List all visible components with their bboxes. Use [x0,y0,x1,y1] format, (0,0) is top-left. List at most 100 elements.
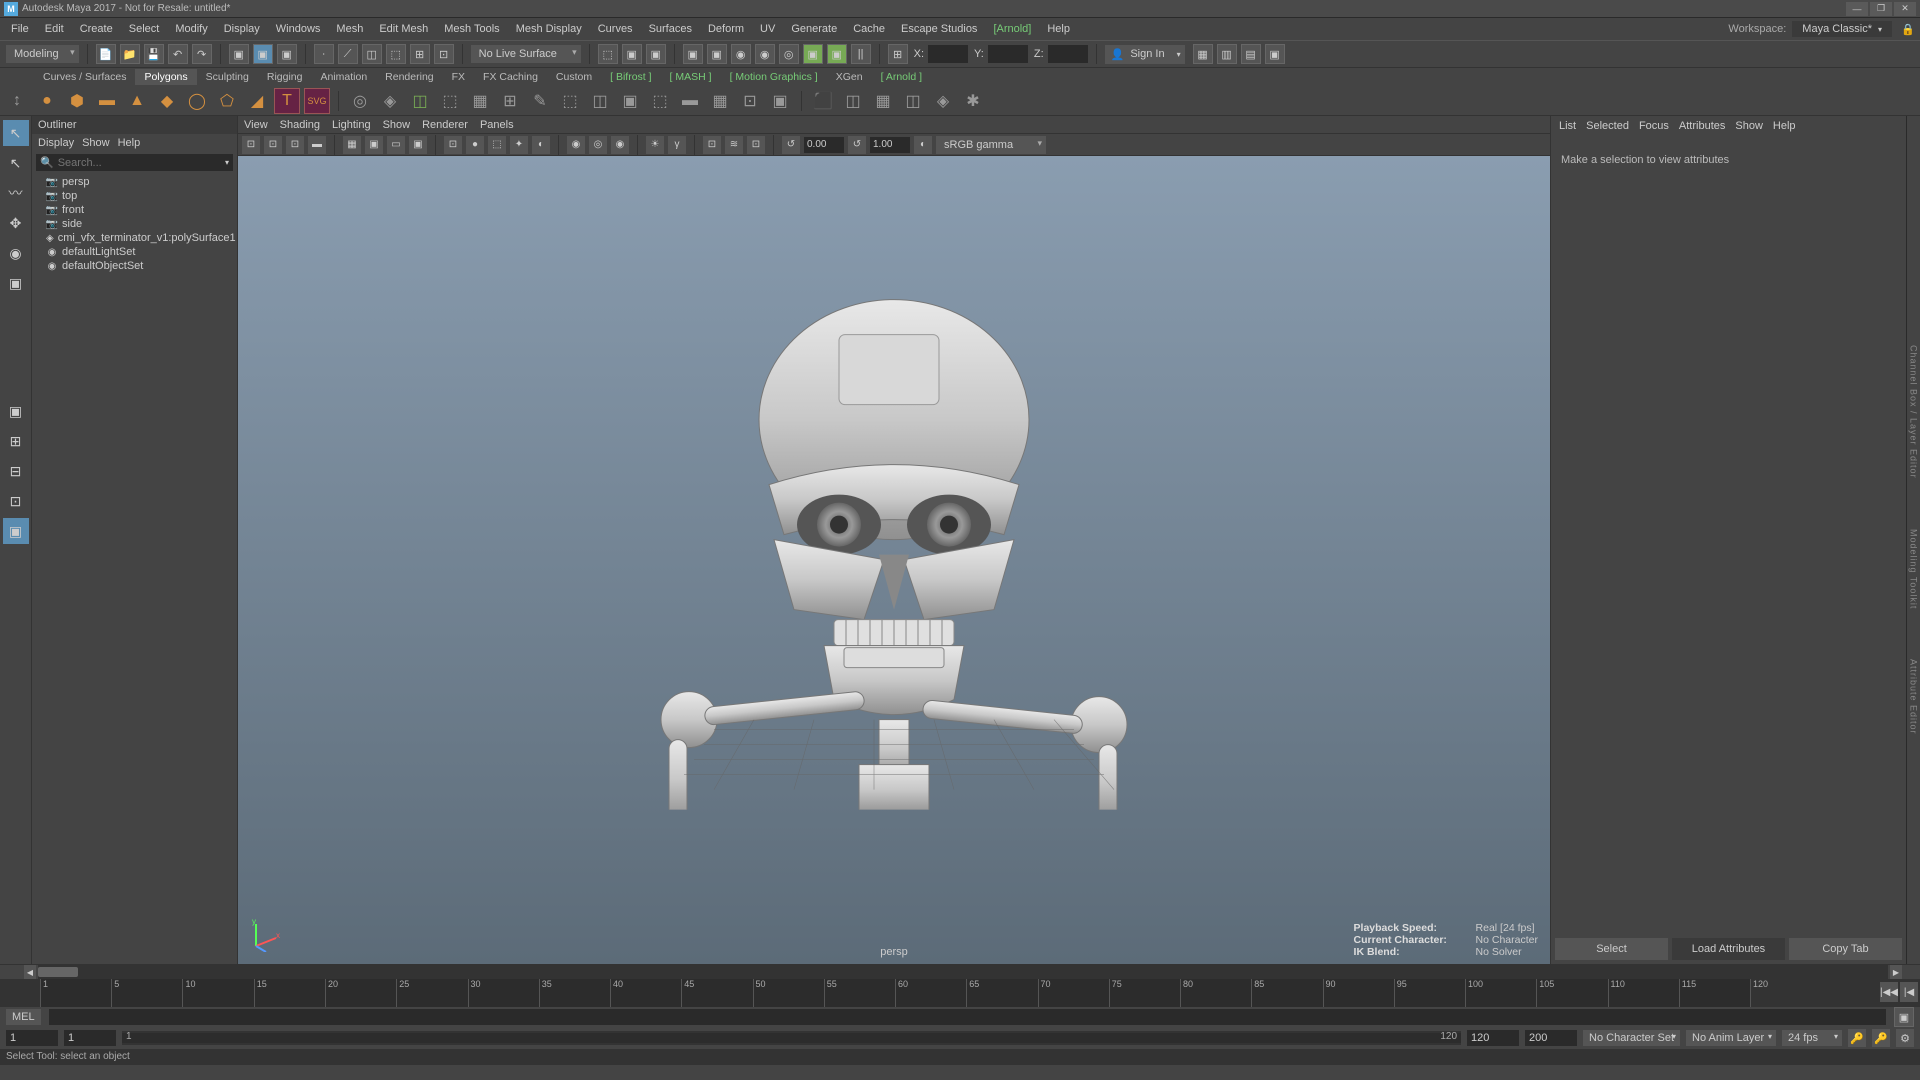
vp-bookmark-icon[interactable]: ⊡ [286,136,304,154]
vp-exposure-icon[interactable]: ☀ [646,136,664,154]
tab-attribute-editor[interactable]: Attribute Editor [1909,659,1919,735]
outliner-scroll[interactable]: ◀ ▶ [38,965,1888,979]
paint-select-icon[interactable]: 〰 [3,180,29,206]
attr-menu-help[interactable]: Help [1773,120,1796,132]
vp-isolate-icon[interactable]: ◉ [567,136,585,154]
pause-icon[interactable]: || [851,44,871,64]
tab-channelbox[interactable]: Channel Box / Layer Editor [1909,345,1919,479]
vp-image-plane-icon[interactable]: ▬ [308,136,326,154]
range-end-inner[interactable]: 120 [1467,1030,1519,1046]
shelf-tab-bifrost[interactable]: Bifrost [601,69,660,85]
menu-display[interactable]: Display [217,21,267,37]
outliner-node-side[interactable]: 📷side [32,217,237,231]
y-field[interactable] [988,45,1028,63]
hypershade-icon[interactable]: ◉ [731,44,751,64]
vp-film-gate-icon[interactable]: ▣ [365,136,383,154]
outliner-search-input[interactable] [58,157,221,169]
vp-menu-show[interactable]: Show [383,119,411,131]
fill-hole-icon[interactable]: ▣ [767,88,793,114]
vp-gate-mask-icon[interactable]: ▣ [409,136,427,154]
shelf-toggle-icon[interactable]: ↕ [4,88,30,114]
snap-grid-icon[interactable]: ⊡ [434,44,454,64]
attr-menu-list[interactable]: List [1559,120,1576,132]
poly-svg-icon[interactable]: SVG [304,88,330,114]
poly-cube-icon[interactable]: ⬢ [64,88,90,114]
offset-edge-icon[interactable]: ✱ [960,88,986,114]
vp-wireframe-icon[interactable]: ⊡ [444,136,462,154]
render-settings-icon[interactable]: ▣ [707,44,727,64]
shelf-tab-arnold[interactable]: Arnold [872,69,931,85]
lock-icon[interactable]: 🔒 [1900,21,1916,37]
shelf-tab-animation[interactable]: Animation [311,69,376,85]
poly-plane-icon[interactable]: ◆ [154,88,180,114]
vp-menu-panels[interactable]: Panels [480,119,514,131]
anim-prefs-icon[interactable]: ⚙ [1896,1029,1914,1047]
undo-icon[interactable]: ↶ [168,44,188,64]
select-uv-icon[interactable]: ⬚ [386,44,406,64]
poly-platonic-icon[interactable]: ◈ [377,88,403,114]
shelf-tab-xgen[interactable]: XGen [827,69,872,85]
menu-select[interactable]: Select [122,21,167,37]
outliner-menu-display[interactable]: Display [38,137,74,149]
vp-menu-shading[interactable]: Shading [280,119,320,131]
menu-help[interactable]: Help [1040,21,1077,37]
minimize-button[interactable]: — [1846,2,1868,16]
scroll-right-icon[interactable]: ▶ [1890,965,1902,979]
vp-menu-renderer[interactable]: Renderer [422,119,468,131]
shelf-tab-motion-graphics[interactable]: Motion Graphics [721,69,827,85]
outliner-node-persp[interactable]: 📷persp [32,175,237,189]
select-component-icon[interactable]: ▣ [277,44,297,64]
menu-modify[interactable]: Modify [168,21,214,37]
select-button[interactable]: Select [1555,938,1668,960]
vp-textured-icon[interactable]: ⬚ [488,136,506,154]
vp-xray-icon[interactable]: ◎ [589,136,607,154]
select-object-icon[interactable]: ▣ [253,44,273,64]
range-end-outer[interactable]: 200 [1525,1030,1577,1046]
menu-generate[interactable]: Generate [784,21,844,37]
vp-menu-view[interactable]: View [244,119,268,131]
vp-smooth-shade-icon[interactable]: ● [466,136,484,154]
vp-lights-icon[interactable]: ✦ [510,136,528,154]
save-scene-icon[interactable]: 💾 [144,44,164,64]
outliner-node-front[interactable]: 📷front [32,203,237,217]
target-weld-icon[interactable]: ◫ [900,88,926,114]
ipr-render-icon[interactable]: ▣ [646,44,666,64]
smooth-icon[interactable]: ◫ [587,88,613,114]
multi-cut-icon[interactable]: ▦ [870,88,896,114]
close-button[interactable]: ✕ [1894,2,1916,16]
four-view-icon[interactable]: ⊞ [3,428,29,454]
menu-create[interactable]: Create [73,21,120,37]
menu-windows[interactable]: Windows [269,21,328,37]
shelf-tab-rigging[interactable]: Rigging [258,69,312,85]
poly-gear-icon[interactable]: ▦ [467,88,493,114]
command-input[interactable] [49,1009,1886,1025]
layout-2-icon[interactable]: ▥ [1217,44,1237,64]
shelf-tab-curves[interactable]: Curves / Surfaces [34,69,135,85]
tab-modeling-toolkit[interactable]: Modeling Toolkit [1909,529,1919,609]
scroll-left-icon[interactable]: ◀ [24,965,36,979]
attr-menu-selected[interactable]: Selected [1586,120,1629,132]
poly-helix-icon[interactable]: ⬚ [437,88,463,114]
layout2-icon[interactable]: ⊡ [3,488,29,514]
vp-shadows-icon[interactable]: ◐ [532,136,550,154]
shelf-tab-rendering[interactable]: Rendering [376,69,442,85]
open-scene-icon[interactable]: 📁 [120,44,140,64]
menu-curves[interactable]: Curves [591,21,640,37]
attr-menu-show[interactable]: Show [1735,120,1763,132]
playblast-icon[interactable]: ▣ [803,44,823,64]
signin-button[interactable]: 👤Sign In [1105,45,1185,64]
menu-mesh-tools[interactable]: Mesh Tools [437,21,506,37]
layout-3-icon[interactable]: ▤ [1241,44,1261,64]
vp-multi-sample-icon[interactable]: ⊡ [747,136,765,154]
anim-layer-dropdown[interactable]: No Anim Layer [1686,1030,1776,1046]
vp-exposure-reset-icon[interactable]: ↺ [782,136,800,154]
attr-menu-attributes[interactable]: Attributes [1679,120,1725,132]
select-face-icon[interactable]: ◫ [362,44,382,64]
time-ruler[interactable]: 1510152025303540455055606570758085909510… [40,979,1750,1007]
insert-edge-icon[interactable]: ◈ [930,88,956,114]
poly-cylinder-icon[interactable]: ▬ [94,88,120,114]
script-editor-icon[interactable]: ▣ [1894,1007,1914,1027]
layout-1-icon[interactable]: ▦ [1193,44,1213,64]
select-vertex-icon[interactable]: ∙ [314,44,334,64]
grid-snap-icon[interactable]: ⊞ [888,44,908,64]
